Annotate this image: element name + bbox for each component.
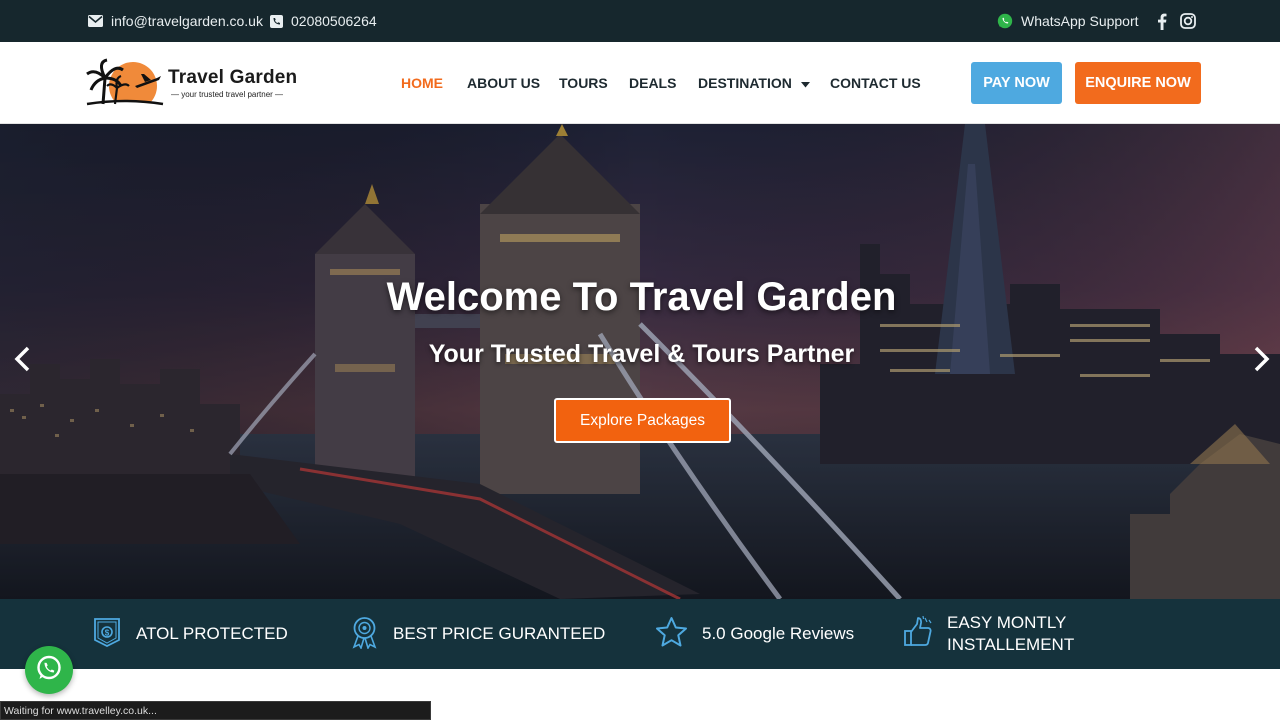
nav-about-us[interactable]: ABOUT US xyxy=(467,42,540,124)
feature-atol: $ ATOL PROTECTED xyxy=(92,599,288,669)
shield-icon: $ xyxy=(92,616,122,653)
feature-installment: EASY MONTLY INSTALLEMENT xyxy=(903,599,1074,669)
whatsapp-support-text: WhatsApp Support xyxy=(1021,13,1139,29)
nav-destination-label: DESTINATION xyxy=(698,75,792,91)
nav-destination[interactable]: DESTINATION xyxy=(698,42,810,124)
nav-home[interactable]: HOME xyxy=(401,42,443,124)
main-navigation: Travel Garden — your trusted travel part… xyxy=(0,42,1280,124)
features-bar: $ ATOL PROTECTED BEST PRICE GURANTEED 5.… xyxy=(0,599,1280,669)
whatsapp-icon xyxy=(997,13,1013,29)
email-text: info@travelgarden.co.uk xyxy=(111,13,263,29)
email-link[interactable]: info@travelgarden.co.uk xyxy=(88,0,263,42)
feature-installment-label: EASY MONTLY INSTALLEMENT xyxy=(947,612,1074,656)
facebook-icon xyxy=(1157,13,1167,30)
brand-logo[interactable]: Travel Garden — your trusted travel part… xyxy=(85,56,300,112)
feature-reviews: 5.0 Google Reviews xyxy=(655,599,854,669)
instagram-link[interactable] xyxy=(1180,0,1196,42)
instagram-icon xyxy=(1180,13,1196,29)
whatsapp-icon xyxy=(35,654,63,687)
nav-tours[interactable]: TOURS xyxy=(559,42,608,124)
feature-reviews-label: 5.0 Google Reviews xyxy=(702,624,855,643)
feature-installment-line2: INSTALLEMENT xyxy=(947,635,1075,654)
hero-subtitle: Your Trusted Travel & Tours Partner xyxy=(428,340,855,368)
feature-installment-line1: EASY MONTLY xyxy=(947,613,1067,632)
feature-best-price-label: BEST PRICE GURANTEED xyxy=(393,624,606,643)
phone-icon xyxy=(270,14,283,28)
facebook-link[interactable] xyxy=(1157,0,1167,42)
whatsapp-chat-button[interactable] xyxy=(25,646,73,694)
feature-atol-label: ATOL PROTECTED xyxy=(136,624,288,643)
brand-tagline: — your trusted travel partner — xyxy=(171,90,284,99)
nav-deals[interactable]: DEALS xyxy=(629,42,676,124)
enquire-now-button[interactable]: ENQUIRE NOW xyxy=(1075,62,1201,104)
caret-down-icon xyxy=(800,75,810,91)
phone-link[interactable]: 02080506264 xyxy=(270,0,377,42)
award-ribbon-icon xyxy=(350,615,379,654)
thumbs-up-icon xyxy=(903,615,933,653)
palm-sunset-logo-icon xyxy=(86,58,165,112)
top-contact-bar: info@travelgarden.co.uk 02080506264 What… xyxy=(0,0,1280,42)
star-icon xyxy=(655,616,688,653)
brand-name: Travel Garden xyxy=(168,67,298,88)
svg-text:$: $ xyxy=(105,628,110,637)
phone-text: 02080506264 xyxy=(291,13,377,29)
explore-packages-button[interactable]: Explore Packages xyxy=(554,398,731,443)
feature-best-price: BEST PRICE GURANTEED xyxy=(350,599,605,669)
hero-title: Welcome To Travel Garden xyxy=(386,275,897,319)
whatsapp-support-link[interactable]: WhatsApp Support xyxy=(997,0,1139,42)
nav-contact-us[interactable]: CONTACT US xyxy=(830,42,921,124)
browser-status-bar: Waiting for www.travelley.co.uk... xyxy=(0,701,431,720)
pay-now-button[interactable]: PAY NOW xyxy=(971,62,1062,104)
envelope-icon xyxy=(88,15,103,27)
